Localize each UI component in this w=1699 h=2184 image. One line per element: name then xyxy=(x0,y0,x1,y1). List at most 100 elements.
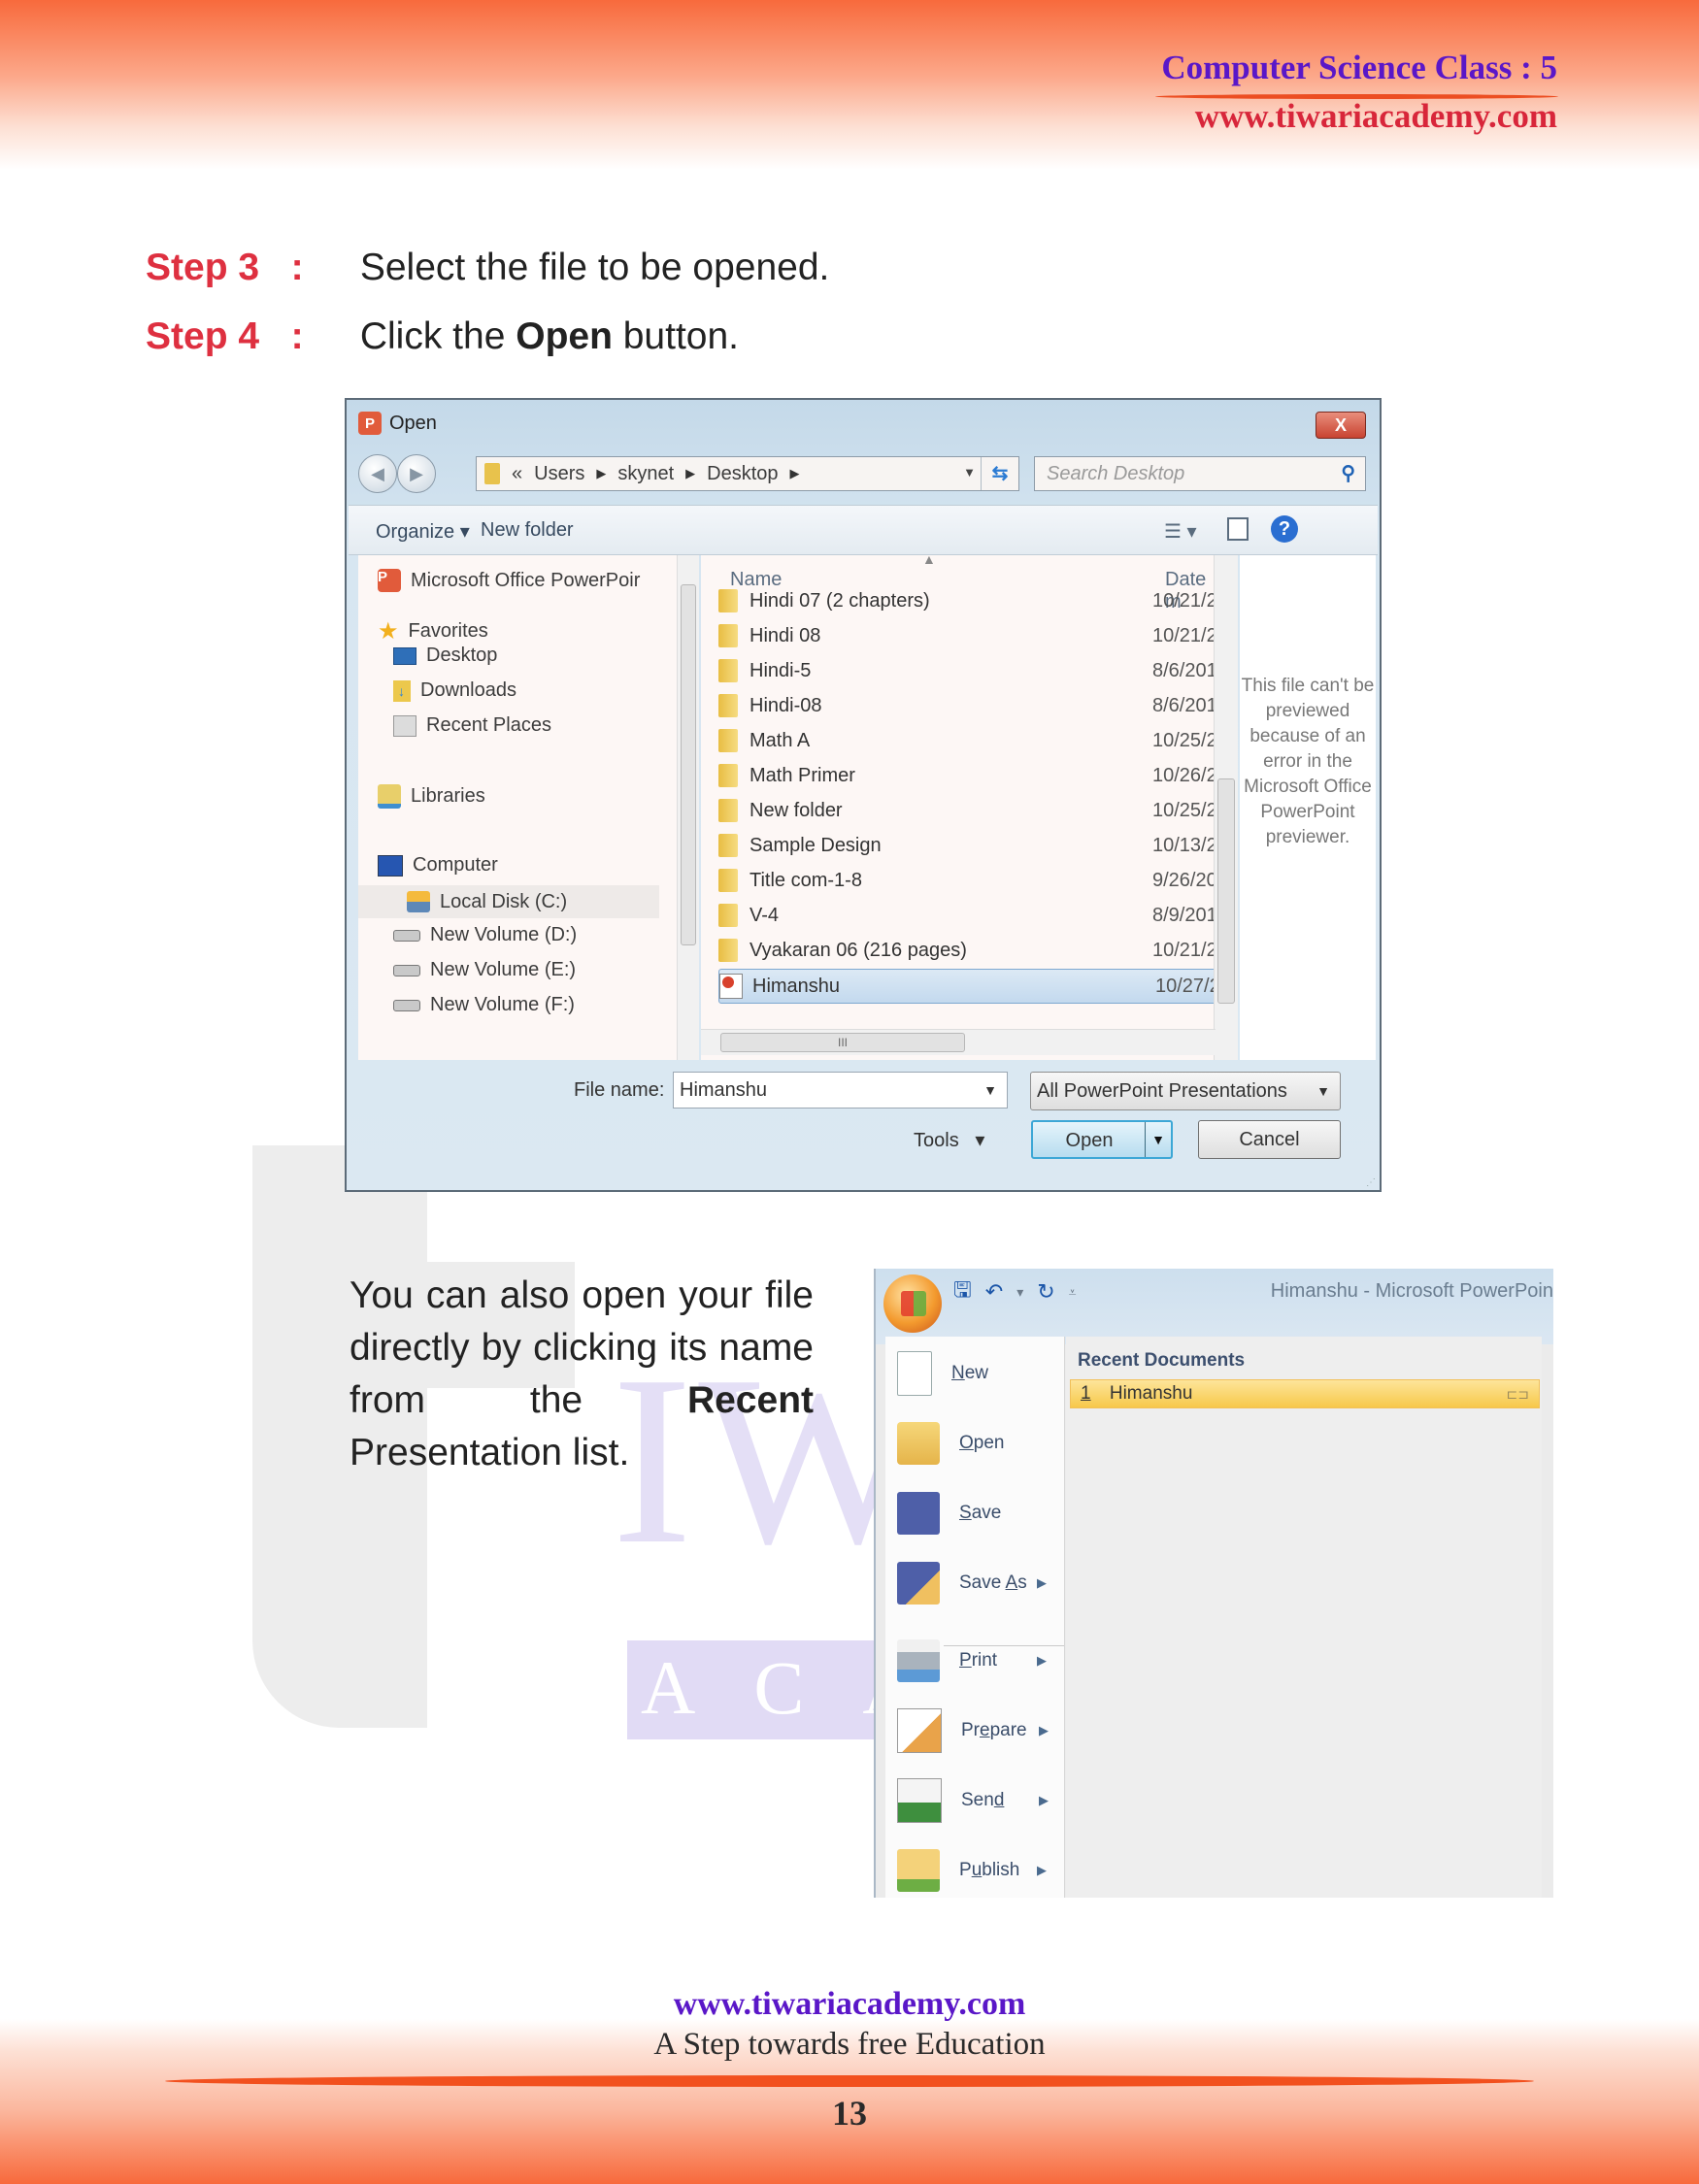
file-name-input[interactable]: Himanshu ▼ xyxy=(673,1072,1008,1109)
breadcrumb-skynet[interactable]: skynet xyxy=(617,463,674,485)
nav-item-local-disk-c[interactable]: Local Disk (C:) xyxy=(358,885,659,918)
file-row[interactable]: Himanshu 10/27/2 xyxy=(718,969,1216,1004)
pin-icon[interactable]: ⊏⊐ xyxy=(1507,1380,1529,1407)
chevron-down-icon[interactable]: ▼ xyxy=(1316,1073,1330,1109)
preview-message: This file can't be previewed because of … xyxy=(1241,676,1375,847)
nav-label: Computer xyxy=(413,854,498,876)
cancel-button[interactable]: Cancel xyxy=(1198,1120,1341,1159)
customize-toolbar-icon[interactable]: ⩡ xyxy=(1069,1284,1077,1301)
file-list-hscrollbar[interactable]: III xyxy=(701,1029,1216,1055)
search-icon[interactable]: ⚲ xyxy=(1341,457,1355,490)
nav-item-volume-d[interactable]: New Volume (D:) xyxy=(393,924,577,946)
breadcrumb-overflow[interactable]: « xyxy=(512,463,522,485)
open-button[interactable]: Open ▼ xyxy=(1031,1120,1173,1159)
footer-tagline: A Step towards free Education xyxy=(653,2027,1046,2062)
nav-item-downloads[interactable]: Downloads xyxy=(393,679,516,702)
recent-document-item[interactable]: 1 Himanshu ⊏⊐ xyxy=(1070,1379,1540,1408)
new-folder-button[interactable]: New folder xyxy=(481,519,574,542)
chevron-down-icon[interactable]: ▼ xyxy=(983,1073,997,1108)
nav-item-volume-e[interactable]: New Volume (E:) xyxy=(393,959,576,981)
file-row[interactable]: Math Primer 10/26/2 xyxy=(718,759,1216,792)
office-button[interactable] xyxy=(883,1274,942,1333)
file-name: Math A xyxy=(750,729,811,751)
sort-ascending-icon: ▲ xyxy=(922,555,936,567)
nav-item-computer[interactable]: Computer xyxy=(378,854,498,877)
file-type-select[interactable]: All PowerPoint Presentations ▼ xyxy=(1030,1072,1341,1110)
file-date: 10/21/2 xyxy=(1152,589,1216,612)
menu-item-print[interactable]: Print ▶ xyxy=(885,1632,1064,1690)
file-list-vscrollbar[interactable] xyxy=(1214,555,1238,1060)
chevron-right-icon[interactable]: ▶ xyxy=(790,466,800,481)
address-bar[interactable]: « Users ▶ skynet ▶ Desktop ▶ ▼ ⇆ xyxy=(476,456,1019,491)
submenu-arrow-icon: ▶ xyxy=(1037,1863,1047,1877)
organize-button[interactable]: Organize ▾ xyxy=(376,519,470,544)
nav-item-libraries[interactable]: Libraries xyxy=(378,784,485,809)
forward-button[interactable]: ▶ xyxy=(397,454,436,493)
open-options-dropdown-icon[interactable]: ▼ xyxy=(1145,1122,1171,1157)
scrollbar-thumb[interactable] xyxy=(681,584,696,945)
menu-item-new[interactable]: New xyxy=(885,1344,1064,1403)
menu-item-label: Save xyxy=(959,1503,1002,1523)
scrollbar-thumb[interactable] xyxy=(1217,778,1235,1004)
chevron-right-icon[interactable]: ▶ xyxy=(685,466,695,481)
tools-button[interactable]: Tools ▾ xyxy=(914,1128,984,1152)
breadcrumb-desktop[interactable]: Desktop xyxy=(707,463,778,485)
menu-separator xyxy=(944,1645,1064,1646)
footer-url: www.tiwariacademy.com xyxy=(673,1986,1026,2022)
step-label: Step 3 : xyxy=(146,247,304,288)
menu-item-publish[interactable]: Publish ▶ xyxy=(885,1841,1064,1898)
file-row[interactable]: Sample Design 10/13/2 xyxy=(718,829,1216,862)
file-row[interactable]: Hindi 07 (2 chapters) 10/21/2 xyxy=(718,584,1216,617)
file-type-value: All PowerPoint Presentations xyxy=(1037,1080,1287,1102)
resize-grip-icon[interactable]: ⋰ xyxy=(1366,1177,1376,1188)
menu-item-save-as[interactable]: Save As ▶ xyxy=(885,1554,1064,1612)
nav-item-favorites[interactable]: ★ Favorites xyxy=(378,617,488,645)
nav-label: Local Disk (C:) xyxy=(440,890,568,912)
nav-label: New Volume (D:) xyxy=(430,924,578,945)
scrollbar-thumb[interactable]: III xyxy=(720,1033,965,1052)
file-row[interactable]: Hindi-08 8/6/201 xyxy=(718,689,1216,722)
file-row[interactable]: V-4 8/9/201 xyxy=(718,899,1216,932)
save-icon[interactable]: 🖫 xyxy=(953,1274,972,1310)
recent-documents-panel: Recent Documents 1 Himanshu ⊏⊐ xyxy=(1066,1337,1542,1898)
menu-item-send[interactable]: Send ▶ xyxy=(885,1771,1064,1830)
nav-item-powerpoint[interactable]: P Microsoft Office PowerPoir xyxy=(378,569,640,592)
file-row[interactable]: Hindi-5 8/6/201 xyxy=(718,654,1216,687)
nav-label: New Volume (E:) xyxy=(430,959,577,980)
folder-icon xyxy=(718,729,738,752)
redo-icon[interactable]: ↻ xyxy=(1037,1279,1054,1305)
chevron-right-icon[interactable]: ▶ xyxy=(596,466,606,481)
submenu-arrow-icon: ▶ xyxy=(1037,1575,1047,1590)
file-date: 10/21/2 xyxy=(1152,624,1216,646)
undo-icon[interactable]: ↶ xyxy=(985,1279,1003,1305)
window-title: Himanshu - Microsoft PowerPoin xyxy=(1270,1280,1553,1302)
file-row[interactable]: Math A 10/25/2 xyxy=(718,724,1216,757)
menu-item-open[interactable]: Open xyxy=(885,1414,1064,1473)
file-name: New folder xyxy=(750,799,843,821)
menu-item-save[interactable]: Save xyxy=(885,1484,1064,1542)
close-button[interactable]: X xyxy=(1316,412,1366,439)
file-row[interactable]: Title com-1-8 9/26/20 xyxy=(718,864,1216,897)
address-dropdown-icon[interactable]: ▼ xyxy=(963,465,976,480)
star-icon: ★ xyxy=(378,618,399,645)
preview-pane-icon[interactable] xyxy=(1227,517,1249,541)
header-title: Computer Science Class : 5 xyxy=(1161,49,1557,86)
view-options-icon[interactable]: ☰ ▾ xyxy=(1164,519,1197,544)
file-row[interactable]: New folder 10/25/2 xyxy=(718,794,1216,827)
file-row[interactable]: Vyakaran 06 (216 pages) 10/21/2 xyxy=(718,934,1216,967)
nav-scrollbar[interactable] xyxy=(677,555,699,1060)
refresh-icon[interactable]: ⇆ xyxy=(981,457,1018,490)
nav-item-recent-places[interactable]: Recent Places xyxy=(393,714,551,737)
undo-dropdown-icon[interactable]: ▾ xyxy=(1016,1284,1023,1301)
step-4: Step 4 : Click the Open button. xyxy=(146,315,739,358)
help-icon[interactable]: ? xyxy=(1271,515,1298,543)
nav-item-desktop[interactable]: Desktop xyxy=(393,645,497,667)
file-name: Title com-1-8 xyxy=(750,869,862,891)
search-input[interactable]: Search Desktop ⚲ xyxy=(1034,456,1366,491)
nav-item-volume-f[interactable]: New Volume (F:) xyxy=(393,994,575,1016)
file-row[interactable]: Hindi 08 10/21/2 xyxy=(718,619,1216,652)
back-button[interactable]: ◀ xyxy=(358,454,397,493)
file-list: Name ▲ Date m Hindi 07 (2 chapters) 10/21… xyxy=(701,555,1216,1060)
breadcrumb-users[interactable]: Users xyxy=(534,463,584,485)
menu-item-prepare[interactable]: Prepare ▶ xyxy=(885,1702,1064,1760)
